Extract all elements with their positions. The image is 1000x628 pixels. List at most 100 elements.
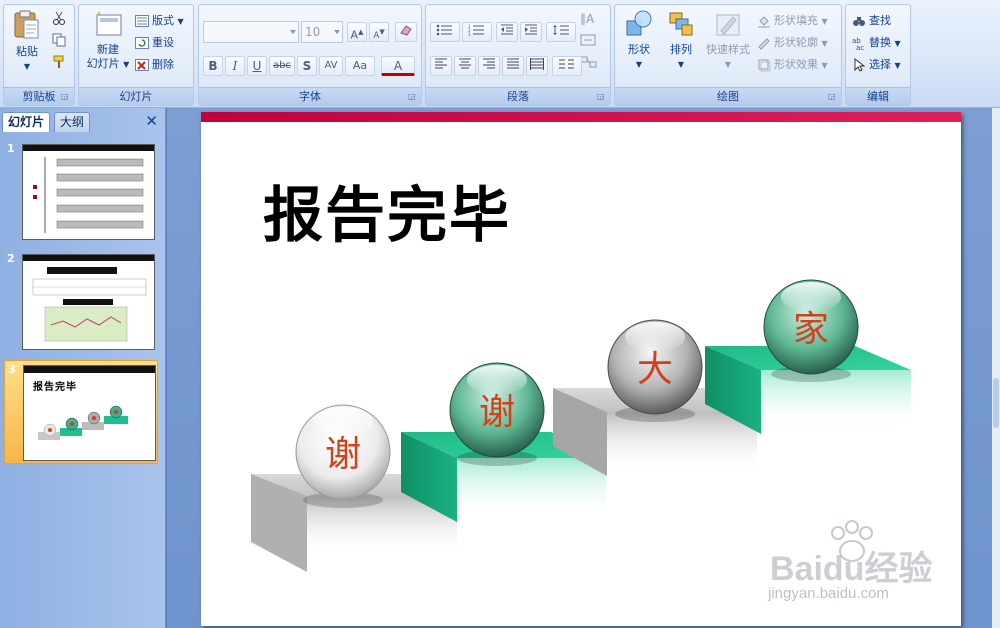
editing-group: 查找 ab ac 替换 ▼ 选择 ▼ 编辑 (845, 4, 911, 106)
dialog-launcher-icon[interactable]: ◲ (828, 92, 838, 102)
new-slide-icon (96, 11, 122, 36)
select-label: 选择 (869, 58, 891, 71)
thumbnail-image: 报告完毕 (23, 365, 156, 461)
ribbon: 粘贴 ▼ 剪贴板 ◲ 新建 幻灯片 ▼ 版式 ▼ 重设 删除 幻灯片 10 A▲… (0, 0, 1000, 108)
svg-text:‖A: ‖A (580, 12, 595, 25)
text-direction-button[interactable]: ‖A (580, 11, 602, 30)
dialog-launcher-icon[interactable]: ◲ (597, 92, 607, 102)
font-name-combo[interactable] (203, 21, 299, 43)
paragraph-group-label: 段落 (426, 87, 610, 105)
quick-styles-button[interactable]: 快速样式 ▼ (703, 9, 753, 72)
delete-slide-button[interactable]: 删除 (135, 55, 174, 74)
layout-icon (135, 15, 149, 27)
thumbnail-3-graphic (38, 405, 128, 440)
copy-button[interactable] (52, 33, 66, 52)
font-size-combo[interactable]: 10 (301, 21, 343, 43)
bold-button[interactable]: B (203, 56, 223, 76)
sphere-2-char: 谢 (479, 392, 515, 433)
grow-font-button[interactable]: A▲ (347, 22, 367, 42)
scissors-icon (53, 11, 65, 25)
arrange-button[interactable]: 排列 ▼ (661, 9, 701, 72)
slide-thumbnail-2[interactable]: 2 (4, 250, 158, 354)
slides-pane: 幻灯片 大纲 ✕ 1 2 3 报告完毕 (0, 108, 166, 628)
align-left-icon (435, 58, 447, 69)
distribute-button[interactable] (526, 56, 548, 76)
slide-thumbnail-1[interactable]: 1 (4, 140, 158, 244)
dialog-launcher-icon[interactable]: ◲ (408, 92, 418, 102)
shapes-button[interactable]: 形状 ▼ (619, 9, 659, 72)
line-spacing-button[interactable] (546, 22, 576, 42)
arrange-icon (669, 12, 693, 36)
copy-icon (52, 33, 66, 47)
paste-button[interactable]: 粘贴 ▼ (10, 9, 44, 74)
format-painter-icon (53, 55, 64, 68)
shape-outline-button[interactable]: 形状轮廓 ▼ (757, 33, 828, 52)
chevron-down-icon: ▼ (23, 62, 31, 71)
shadow-button[interactable]: S (297, 56, 317, 76)
smartart-button[interactable] (580, 55, 600, 74)
arrange-label: 排列 (670, 43, 692, 56)
char-spacing-button[interactable]: AV (319, 56, 343, 76)
text-direction-icon: ‖A (580, 12, 595, 26)
pencil-icon (758, 38, 770, 50)
new-slide-label-2: 幻灯片 (86, 57, 120, 70)
sphere-3-char: 大 (637, 349, 673, 390)
svg-text:3: 3 (468, 32, 471, 36)
stairs-graphic[interactable]: 谢 谢 大 家 (201, 112, 961, 626)
thumbnail-1-graphic (23, 145, 154, 233)
tab-outline[interactable]: 大纲 (54, 112, 91, 132)
delete-icon (135, 59, 149, 71)
font-color-button[interactable]: A (381, 56, 415, 76)
slides-group: 新建 幻灯片 ▼ 版式 ▼ 重设 删除 幻灯片 (78, 4, 194, 106)
new-slide-button[interactable]: 新建 幻灯片 ▼ (83, 9, 133, 72)
shape-fill-button[interactable]: 形状填充 ▼ (757, 11, 828, 30)
justify-button[interactable] (502, 56, 524, 76)
drawing-group: 形状 ▼ 排列 ▼ 快速样式 ▼ 形状填充 ▼ 形状轮廓 ▼ 形状效果 ▼ 绘图… (614, 4, 842, 106)
align-text-button[interactable] (580, 33, 600, 52)
layout-label: 版式 (152, 14, 174, 27)
strikethrough-button[interactable]: abc (269, 56, 295, 76)
clipboard-group: 粘贴 ▼ 剪贴板 ◲ (3, 4, 75, 106)
paste-label: 粘贴 (16, 45, 38, 58)
editing-group-label: 编辑 (846, 87, 910, 105)
line-spacing-icon (553, 25, 569, 35)
format-painter-button[interactable] (52, 55, 66, 74)
increase-indent-button[interactable] (520, 22, 542, 42)
replace-button[interactable]: ab ac 替换 ▼ (852, 33, 901, 52)
shape-effects-button[interactable]: 形状效果 ▼ (757, 55, 828, 74)
select-button[interactable]: 选择 ▼ (852, 55, 901, 74)
columns-button[interactable] (552, 56, 582, 76)
paste-icon (14, 10, 39, 39)
clear-format-button[interactable] (395, 22, 417, 42)
underline-button[interactable]: U (247, 56, 267, 76)
thumbnail-image (22, 144, 155, 240)
align-center-button[interactable] (454, 56, 476, 76)
change-case-button[interactable]: Aa (345, 56, 375, 76)
align-center-icon (459, 58, 471, 69)
dialog-launcher-icon[interactable]: ◲ (61, 92, 71, 102)
shrink-font-button[interactable]: A▼ (369, 22, 389, 42)
font-group: 10 A▲ A▼ B I U abc S AV Aa A 字体 ◲ (198, 4, 422, 106)
tab-slides[interactable]: 幻灯片 (2, 112, 51, 132)
reset-button[interactable]: 重设 (135, 33, 174, 52)
slide-canvas[interactable]: 报告完毕 谢 谢 大 家 (201, 112, 961, 626)
svg-text:ac: ac (856, 44, 864, 50)
align-right-button[interactable] (478, 56, 500, 76)
bullets-icon (436, 24, 452, 36)
bullets-button[interactable] (430, 22, 460, 42)
cut-button[interactable] (52, 11, 66, 30)
slide-number: 1 (7, 142, 15, 155)
align-left-button[interactable] (430, 56, 452, 76)
find-label: 查找 (869, 14, 891, 27)
italic-button[interactable]: I (225, 56, 245, 76)
new-slide-label-1: 新建 (97, 43, 119, 56)
find-button[interactable]: 查找 (852, 11, 891, 30)
slide-thumbnail-3[interactable]: 3 报告完毕 (4, 360, 158, 464)
layout-button[interactable]: 版式 ▼ (135, 11, 184, 30)
vertical-scrollbar[interactable] (992, 108, 1000, 628)
numbering-button[interactable]: 123 (462, 22, 492, 42)
slide-number: 2 (7, 252, 15, 265)
decrease-indent-button[interactable] (496, 22, 518, 42)
close-icon[interactable]: ✕ (145, 112, 158, 130)
paint-bucket-icon (758, 16, 770, 28)
